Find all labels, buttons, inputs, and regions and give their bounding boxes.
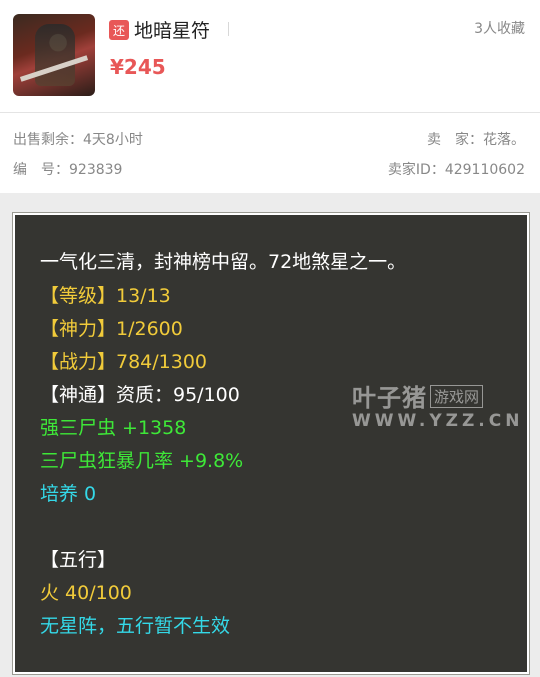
- level-line: 【等级】13/13: [40, 285, 171, 307]
- skill-aptitude-line: 【神通】资质：95/100: [40, 384, 240, 406]
- combat-power-line: 【战力】784/1300: [40, 351, 208, 373]
- time-left: 出售剩余：4天8小时: [13, 132, 143, 148]
- serial-number: 编 号：923839: [13, 162, 123, 178]
- listing-info: 出售剩余：4天8小时 卖 家：花落。 编 号：923839 卖家ID：42911…: [0, 113, 540, 193]
- seller-id: 卖家ID：429110602: [387, 162, 525, 178]
- watermark-brand: 叶子猪: [352, 384, 427, 412]
- watermark-tag: 游戏网: [430, 385, 484, 408]
- favorites-count[interactable]: 3人收藏: [474, 18, 525, 38]
- item-card[interactable]: 还 地暗星符 3人收藏 ¥245: [0, 0, 540, 112]
- fire-element-line: 火 40/100: [40, 582, 132, 604]
- star-array-line: 无星阵，五行暂不生效: [40, 615, 231, 637]
- watermark-url: WWW.YZZ.CN: [352, 411, 524, 431]
- five-elements-heading: 【五行】: [40, 549, 117, 571]
- item-title: 地暗星符: [134, 20, 211, 42]
- bargain-badge: 还: [109, 20, 129, 40]
- divine-power-line: 【神力】1/2600: [40, 318, 183, 340]
- title-divider: [228, 22, 229, 36]
- site-watermark: 叶子猪 游戏网 WWW.YZZ.CN: [352, 378, 523, 431]
- item-price: ¥245: [110, 55, 166, 79]
- seller-name[interactable]: 卖 家：花落。: [427, 129, 525, 149]
- crit-rate-line: 三尸虫狂暴几率 +9.8%: [40, 450, 244, 472]
- cultivation-line: 培养 0: [40, 483, 97, 505]
- description-line: 一气化三清，封神榜中留。72地煞星之一。: [40, 251, 407, 273]
- skill-bonus-line: 强三尸虫 +1358: [40, 417, 187, 439]
- character-portrait-icon[interactable]: [13, 14, 95, 96]
- item-details-panel: 一气化三清，封神榜中留。72地煞星之一。 【等级】13/13 【神力】1/260…: [13, 213, 529, 674]
